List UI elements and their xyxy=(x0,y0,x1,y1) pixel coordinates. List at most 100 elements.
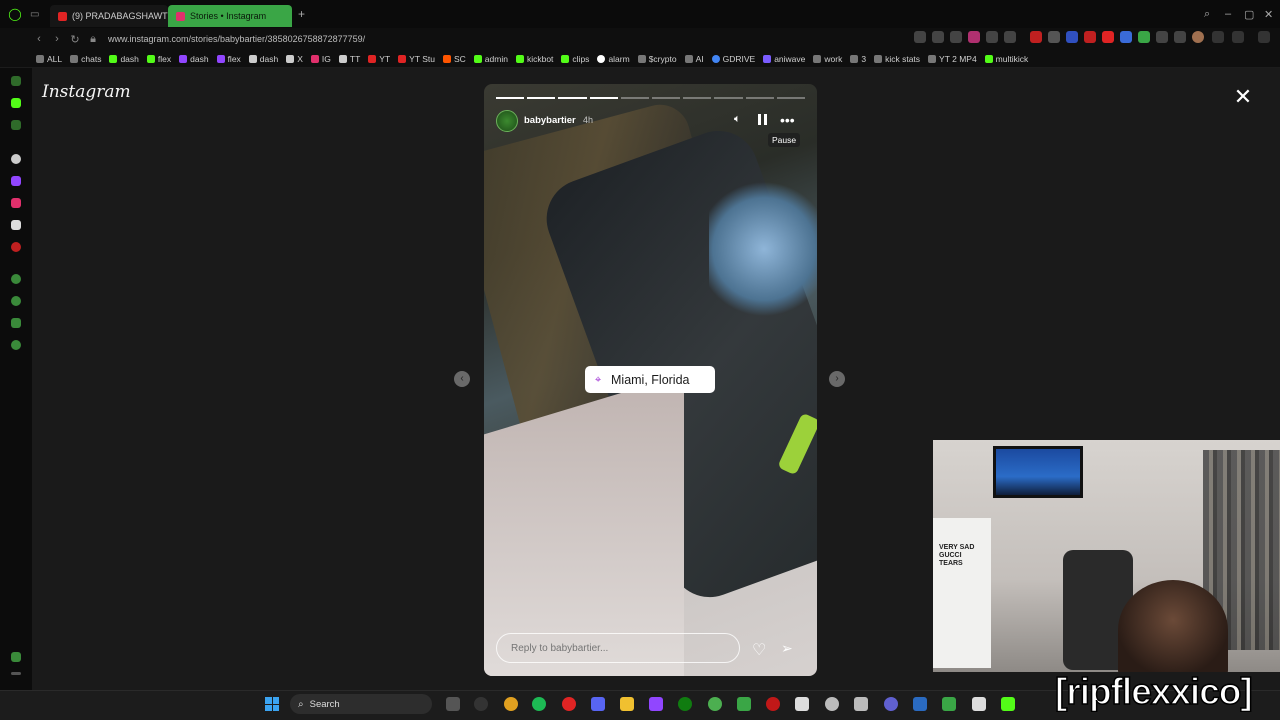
extension-icon[interactable] xyxy=(1102,31,1114,43)
ai-icon[interactable] xyxy=(1232,31,1244,43)
extension-icon[interactable] xyxy=(1084,31,1096,43)
taskbar-search[interactable]: ⌕ Search xyxy=(290,694,432,714)
opera-gx-icon[interactable] xyxy=(562,697,576,711)
bookmark-item[interactable]: chats xyxy=(70,54,101,64)
bookmark-item[interactable]: alarm xyxy=(597,54,630,64)
story-username[interactable]: babybartier xyxy=(524,115,576,126)
app-icon[interactable] xyxy=(1001,697,1015,711)
bookmark-item[interactable]: $crypto xyxy=(637,54,677,64)
send-icon[interactable]: ➢ xyxy=(781,640,793,657)
next-story-icon[interactable]: › xyxy=(829,371,845,387)
extension-icon[interactable] xyxy=(1048,31,1060,43)
extension-icon[interactable] xyxy=(1174,31,1186,43)
chrome-icon[interactable] xyxy=(504,697,518,711)
bookmark-item[interactable]: GDRIVE xyxy=(711,54,755,64)
bookmark-item[interactable]: kick stats xyxy=(874,54,920,64)
bookmark-item[interactable]: YT Stu xyxy=(398,54,435,64)
steam-icon[interactable] xyxy=(474,697,488,711)
minimize-icon[interactable]: – xyxy=(1225,8,1231,20)
location-sticker[interactable]: ⌖ Miami, Florida xyxy=(585,366,715,393)
pause-icon[interactable] xyxy=(757,113,769,127)
bookmark-item[interactable]: dash xyxy=(248,54,278,64)
reply-input[interactable] xyxy=(496,633,740,663)
bookmark-item[interactable]: 3 xyxy=(850,54,866,64)
bookmark-item[interactable]: ALL xyxy=(36,54,62,64)
instagram-sidebar-icon[interactable] xyxy=(11,198,21,208)
app-icon[interactable] xyxy=(708,697,722,711)
bookmark-item[interactable]: YT 2 MP4 xyxy=(928,54,977,64)
app-icon[interactable] xyxy=(825,697,839,711)
tab-instagram-stories[interactable]: Stories • Instagram xyxy=(168,5,292,27)
menu-icon[interactable] xyxy=(1258,31,1270,43)
extensions-sidebar-icon[interactable] xyxy=(11,318,21,328)
file-explorer-icon[interactable] xyxy=(620,697,634,711)
kick-sidebar-icon[interactable] xyxy=(11,98,21,108)
more-sidebar-icon[interactable] xyxy=(11,672,21,675)
extension-icon[interactable] xyxy=(986,31,998,43)
profile-avatar-icon[interactable] xyxy=(1192,31,1204,43)
windows-start-icon[interactable] xyxy=(265,697,279,711)
twitch-sidebar-icon[interactable] xyxy=(11,176,21,186)
task-view-icon[interactable] xyxy=(446,697,460,711)
gx-sidebar-icon[interactable] xyxy=(11,120,21,130)
bookmark-item[interactable]: AI xyxy=(684,54,704,64)
bookmark-item[interactable]: TT xyxy=(338,54,360,64)
bookmark-item[interactable]: clips xyxy=(561,54,589,64)
tab-youtube[interactable]: (9) PRADABAGSHAWTY xyxy=(50,5,168,27)
player-sidebar-icon[interactable] xyxy=(11,274,21,284)
heart-icon[interactable]: ♡ xyxy=(752,640,766,660)
extension-icon[interactable] xyxy=(1156,31,1168,43)
discord-icon[interactable] xyxy=(591,697,605,711)
bookmark-item[interactable]: flex xyxy=(216,54,241,64)
avatar[interactable] xyxy=(496,110,518,132)
history-icon[interactable] xyxy=(11,296,21,306)
extension-icon[interactable] xyxy=(1066,31,1078,43)
spotify-icon[interactable] xyxy=(532,697,546,711)
bookmark-item[interactable]: aniwave xyxy=(763,54,805,64)
chatgpt-icon[interactable] xyxy=(11,154,21,164)
app-icon[interactable] xyxy=(854,697,868,711)
instagram-logo[interactable]: Instagram xyxy=(42,82,131,102)
extension-icon[interactable] xyxy=(932,31,944,43)
bookmark-item[interactable]: flex xyxy=(146,54,171,64)
close-icon[interactable]: ✕ xyxy=(1231,85,1255,109)
extension-icon[interactable] xyxy=(1120,31,1132,43)
maximize-icon[interactable]: ▢ xyxy=(1244,8,1254,21)
app-icon[interactable] xyxy=(942,697,956,711)
extension-icon[interactable] xyxy=(1138,31,1150,43)
app-icon[interactable] xyxy=(972,697,986,711)
bookmark-item[interactable]: admin xyxy=(473,54,508,64)
app-icon[interactable] xyxy=(913,697,927,711)
app-icon[interactable] xyxy=(766,697,780,711)
new-tab-button[interactable]: + xyxy=(298,7,305,21)
bookmark-item[interactable]: kickbot xyxy=(515,54,553,64)
record-sidebar-icon[interactable] xyxy=(11,242,21,252)
bookmark-item[interactable]: dash xyxy=(179,54,209,64)
opera-menu-icon[interactable]: ◯ xyxy=(0,7,30,21)
app-icon[interactable] xyxy=(884,697,898,711)
app-icon[interactable] xyxy=(737,697,751,711)
twitch-icon[interactable] xyxy=(649,697,663,711)
settings-icon[interactable] xyxy=(11,340,21,350)
bookmark-item[interactable]: YT xyxy=(368,54,390,64)
bookmark-item[interactable]: IG xyxy=(310,54,331,64)
extension-icon[interactable] xyxy=(950,31,962,43)
close-window-icon[interactable]: ✕ xyxy=(1264,8,1273,21)
bookmark-item[interactable]: SC xyxy=(442,54,466,64)
tab-overview-icon[interactable]: ▭ xyxy=(30,9,50,20)
x-sidebar-icon[interactable] xyxy=(11,220,21,230)
xbox-icon[interactable] xyxy=(678,697,692,711)
forward-icon[interactable]: › xyxy=(48,33,66,45)
extension-icon[interactable] xyxy=(1004,31,1016,43)
extension-icon[interactable] xyxy=(1030,31,1042,43)
back-icon[interactable]: ‹ xyxy=(30,33,48,45)
opera-gx-corner-icon[interactable] xyxy=(11,76,21,86)
app-icon[interactable] xyxy=(795,697,809,711)
bookmark-item[interactable]: dash xyxy=(109,54,139,64)
reload-icon[interactable]: ↻ xyxy=(66,33,84,46)
previous-story-icon[interactable]: ‹ xyxy=(454,371,470,387)
url-field[interactable]: www.instagram.com/stories/babybartier/38… xyxy=(108,34,365,44)
volume-icon[interactable]: 🔈︎ xyxy=(734,113,746,125)
bookmark-item[interactable]: work xyxy=(813,54,842,64)
bookmark-item[interactable]: multikick xyxy=(984,54,1028,64)
